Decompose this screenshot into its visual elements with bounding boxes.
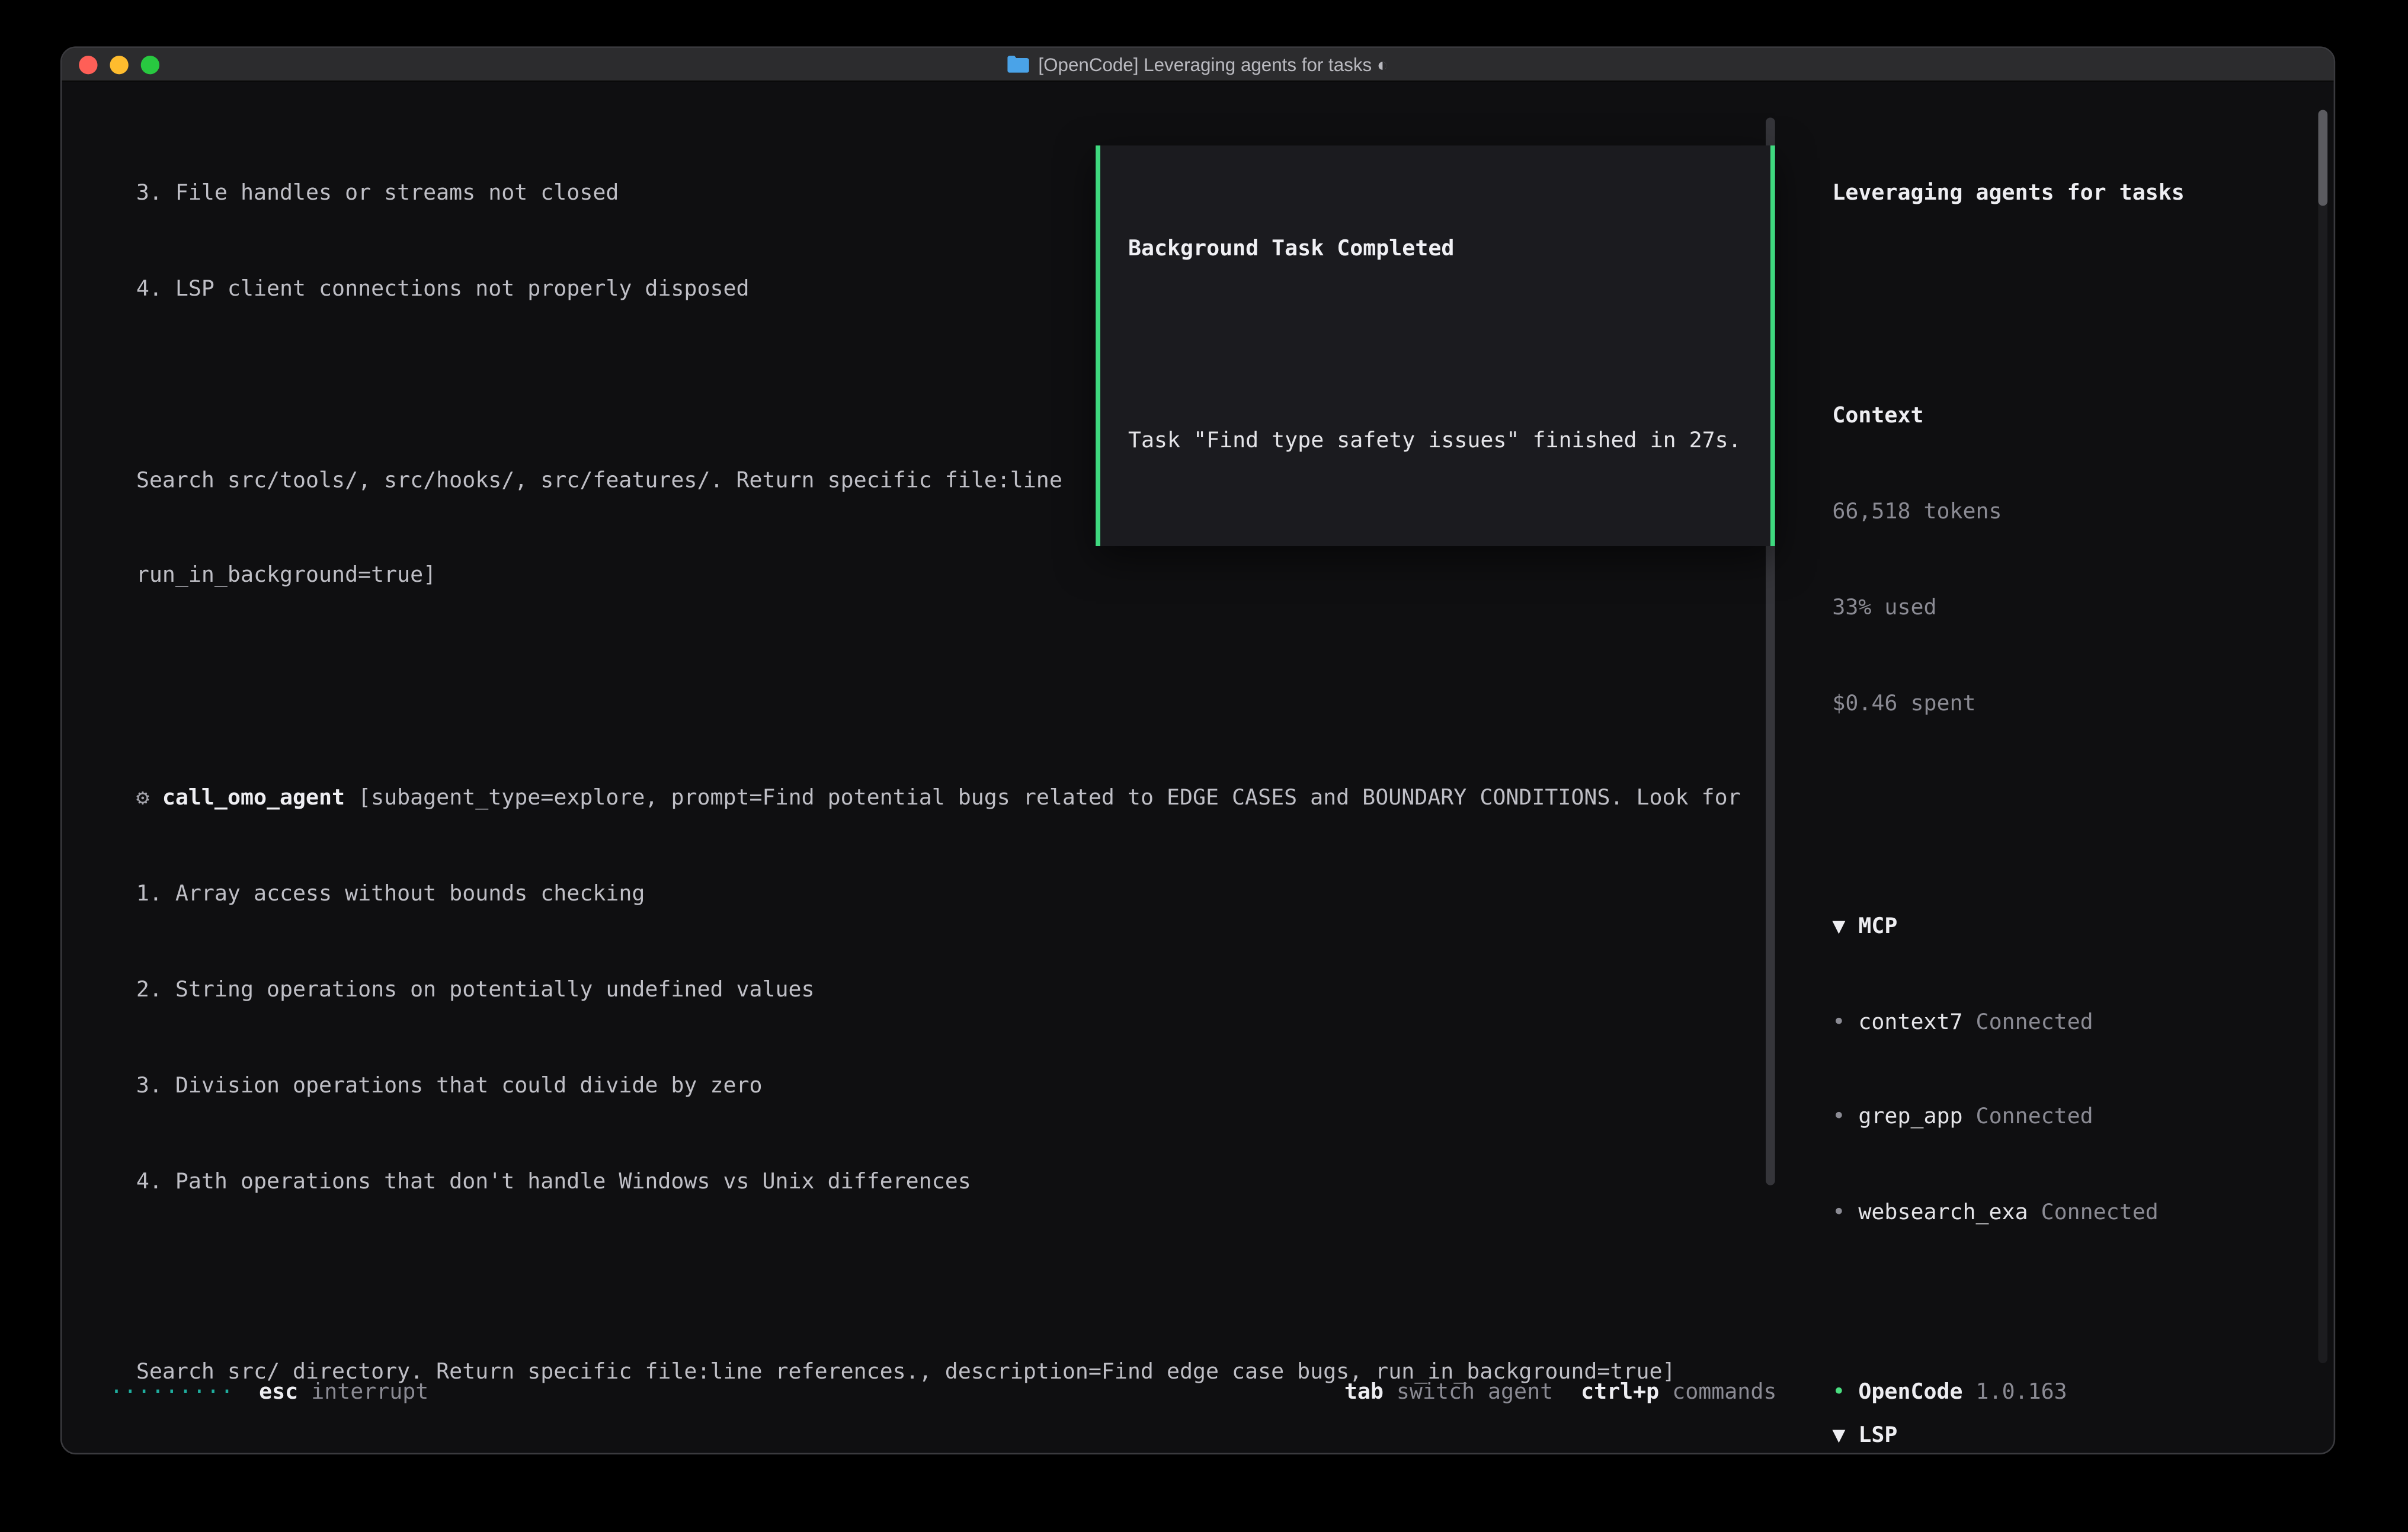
screen: [OpenCode] Leveraging agents for tasks ◐… — [0, 0, 2408, 1532]
context-spent: $0.46 spent — [1832, 688, 2316, 720]
chevron-down-icon: ▼ — [1832, 1424, 1858, 1449]
traffic-lights — [79, 48, 159, 81]
sidebar-scrollbar-track[interactable] — [2318, 110, 2327, 1363]
status-right: tab switch agent ctrl+p commands — [1344, 1378, 1777, 1410]
context-tokens: 66,518 tokens — [1832, 497, 2316, 529]
window-title: [OpenCode] Leveraging agents for tasks ◐ — [1007, 53, 1388, 75]
tool-call-line: ⚙ call_omo_agent [subagent_type=explore,… — [136, 784, 1761, 816]
session-sidebar: Leveraging agents for tasks Context 66,5… — [1832, 82, 2316, 1453]
terminal-body: 3. File handles or streams not closed 4.… — [62, 82, 2333, 1453]
mcp-item: • grep_app Connected — [1832, 1102, 2316, 1134]
close-button[interactable] — [79, 55, 97, 73]
spinner-dots-icon: ········· — [110, 1381, 234, 1406]
status-left: ········· esc interrupt — [110, 1378, 428, 1410]
lsp-heading[interactable]: ▼ LSP — [1832, 1421, 2316, 1453]
ctrlp-key-hint: ctrl+p — [1581, 1381, 1659, 1406]
mcp-name: context7 — [1858, 1010, 1962, 1035]
mcp-heading[interactable]: ▼ MCP — [1832, 911, 2316, 943]
app-version: 1.0.163 — [1963, 1381, 2067, 1406]
mcp-item: • context7 Connected — [1832, 1007, 2316, 1039]
mcp-status: Connected — [1963, 1010, 2093, 1035]
esc-key-hint: esc — [259, 1381, 298, 1406]
sidebar-footer: • OpenCode 1.0.163 — [1832, 1378, 2067, 1410]
toast-title: Background Task Completed — [1128, 234, 1743, 266]
log-line — [136, 656, 1761, 688]
tool-call-arg-line: 1. Array access without bounds checking — [136, 879, 1761, 911]
blank-line — [1832, 274, 2316, 306]
mcp-name: grep_app — [1858, 1105, 1962, 1130]
app-name: OpenCode — [1858, 1381, 1962, 1406]
session-title: Leveraging agents for tasks — [1832, 178, 2316, 210]
minimize-button[interactable] — [110, 55, 128, 73]
bullet-icon: • — [1832, 1105, 1858, 1130]
context-heading: Context — [1832, 401, 2316, 433]
zoom-button[interactable] — [141, 55, 159, 73]
tab-key-label: switch agent — [1384, 1381, 1553, 1406]
gear-icon: ⚙ — [136, 787, 162, 812]
ctrlp-key-label: commands — [1659, 1381, 1776, 1406]
log-line: run_in_background=true] — [136, 560, 1761, 592]
bullet-icon: • — [1832, 1381, 1858, 1406]
blank-line — [1832, 784, 2316, 816]
blank-line — [1128, 329, 1743, 361]
background-task-toast[interactable]: Background Task Completed Task "Find typ… — [1096, 146, 1775, 546]
window-title-text: [OpenCode] Leveraging agents for tasks ◐ — [1038, 53, 1388, 75]
tool-call-arg-line: 2. String operations on potentially unde… — [136, 975, 1761, 1007]
bullet-icon: • — [1832, 1201, 1858, 1226]
folder-icon — [1007, 56, 1029, 73]
tool-call-arg-line: 4. Path operations that don't handle Win… — [136, 1166, 1761, 1198]
tab-key-hint: tab — [1344, 1381, 1384, 1406]
bullet-icon: • — [1832, 1010, 1858, 1035]
mcp-status: Connected — [2028, 1201, 2159, 1226]
tool-call-arg-line — [136, 1262, 1761, 1294]
tool-call-arg-line: 3. Division operations that could divide… — [136, 1071, 1761, 1102]
mcp-item: • websearch_exa Connected — [1832, 1198, 2316, 1230]
toast-body: Task "Find type safety issues" finished … — [1128, 425, 1743, 457]
mcp-name: websearch_exa — [1858, 1201, 2028, 1226]
chevron-down-icon: ▼ — [1832, 914, 1858, 939]
sidebar-scrollbar-thumb[interactable] — [2318, 110, 2327, 206]
tool-call-name: call_omo_agent — [162, 787, 358, 812]
context-used: 33% used — [1832, 592, 2316, 624]
blank-line — [1832, 1293, 2316, 1325]
tool-call-args: [subagent_type=explore, prompt=Find pote… — [358, 787, 1741, 812]
mcp-status: Connected — [1963, 1105, 2093, 1130]
status-bar: ········· esc interrupt tab switch agent c… — [110, 1378, 1776, 1410]
window-titlebar[interactable]: [OpenCode] Leveraging agents for tasks ◐ — [62, 48, 2333, 82]
terminal-window: [OpenCode] Leveraging agents for tasks ◐… — [60, 46, 2335, 1454]
esc-key-label: interrupt — [298, 1381, 428, 1406]
